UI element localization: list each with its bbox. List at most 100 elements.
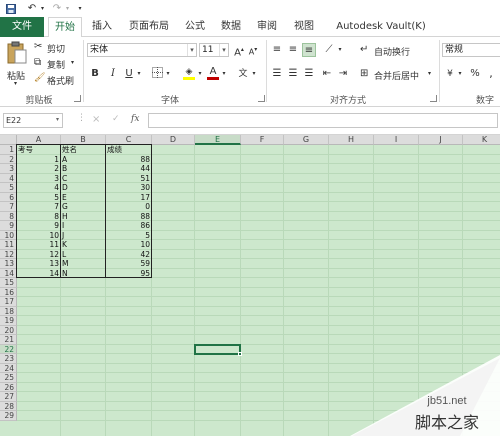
row-header-27[interactable]: 27 [0, 392, 17, 402]
confirm-entry-icon[interactable]: ✓ [112, 114, 120, 124]
row-header-20[interactable]: 20 [0, 325, 17, 335]
tab-file[interactable]: 文件 [0, 17, 44, 37]
align-left-icon[interactable]: ☰ [270, 67, 284, 81]
chevron-down-icon[interactable]: ▾ [187, 44, 196, 56]
alignment-launcher-icon[interactable] [430, 95, 437, 102]
align-middle-icon[interactable]: ≡ [286, 43, 300, 57]
undo-icon[interactable]: ↶ [25, 2, 39, 15]
redo-dropdown-icon[interactable]: ▾ [64, 2, 71, 15]
font-color-dropdown-icon[interactable]: ▾ [220, 67, 228, 81]
copy-dropdown-icon[interactable]: ▾ [71, 59, 74, 66]
underline-button[interactable]: U [122, 67, 136, 81]
column-header-j[interactable]: J [419, 135, 463, 145]
row-header-2[interactable]: 2 [0, 154, 17, 164]
active-cell-selection[interactable] [194, 343, 241, 355]
paste-button[interactable]: 粘贴 ▾ [4, 41, 30, 87]
formula-bar-grip-icon[interactable]: ⋮ [77, 113, 86, 123]
phonetic-dropdown-icon[interactable]: ▾ [250, 67, 258, 81]
column-header-k[interactable]: K [463, 135, 500, 145]
fill-color-dropdown-icon[interactable]: ▾ [196, 67, 204, 81]
tab-data[interactable]: 数据 [216, 17, 246, 37]
name-box[interactable]: E22 [3, 113, 63, 128]
row-header-3[interactable]: 3 [0, 164, 17, 174]
align-center-icon[interactable]: ☰ [286, 67, 300, 81]
font-name-select[interactable]: 宋体 ▾ [87, 43, 197, 57]
row-header-26[interactable]: 26 [0, 382, 17, 392]
accounting-format-icon[interactable]: ¥ [443, 67, 457, 81]
column-header-h[interactable]: H [329, 135, 374, 145]
tab-page-layout[interactable]: 页面布局 [124, 17, 174, 37]
row-header-19[interactable]: 19 [0, 316, 17, 326]
align-bottom-icon[interactable]: ≡ [302, 43, 316, 57]
insert-function-icon[interactable]: fx [131, 114, 139, 124]
row-header-12[interactable]: 12 [0, 249, 17, 259]
row-header-29[interactable]: 29 [0, 411, 17, 421]
row-header-5[interactable]: 5 [0, 183, 17, 193]
formula-input[interactable] [148, 113, 498, 128]
row-header-28[interactable]: 28 [0, 401, 17, 411]
shrink-font-button[interactable]: A▾ [246, 43, 260, 57]
row-header-9[interactable]: 9 [0, 221, 17, 231]
row-header-8[interactable]: 8 [0, 211, 17, 221]
row-header-14[interactable]: 14 [0, 268, 17, 278]
row-header-10[interactable]: 10 [0, 230, 17, 240]
row-header-13[interactable]: 13 [0, 259, 17, 269]
row-header-11[interactable]: 11 [0, 240, 17, 250]
number-format-select[interactable]: 常规 [442, 43, 500, 57]
row-header-15[interactable]: 15 [0, 278, 17, 288]
italic-button[interactable]: I [106, 67, 120, 81]
clipboard-launcher-icon[interactable] [74, 95, 81, 102]
bold-button[interactable]: B [88, 67, 102, 81]
cut-button[interactable]: ✂ 剪切 [34, 40, 74, 55]
increase-indent-icon[interactable]: ⇥ [336, 67, 350, 81]
align-top-icon[interactable]: ≡ [270, 43, 284, 57]
name-box-dropdown-icon[interactable]: ▾ [56, 116, 59, 123]
row-header-4[interactable]: 4 [0, 173, 17, 183]
paste-dropdown-icon[interactable]: ▾ [14, 80, 17, 87]
font-launcher-icon[interactable] [258, 95, 265, 102]
column-header-d[interactable]: D [152, 135, 195, 145]
column-header-g[interactable]: G [284, 135, 329, 145]
fill-color-icon[interactable]: ◈ [182, 65, 196, 80]
row-header-25[interactable]: 25 [0, 373, 17, 383]
row-header-23[interactable]: 23 [0, 354, 17, 364]
row-header-17[interactable]: 17 [0, 297, 17, 307]
worksheet-grid[interactable]: A B C D E F G H I J K 1 2 3 4 5 6 7 8 9 10 11 12 13 14 15 16 17 18 19… [0, 135, 500, 436]
tab-review[interactable]: 审阅 [252, 17, 282, 37]
align-right-icon[interactable]: ☰ [302, 67, 316, 81]
merge-dropdown-icon[interactable]: ▾ [428, 70, 431, 77]
row-header-22[interactable]: 22 [0, 344, 17, 354]
chevron-down-icon[interactable]: ▾ [219, 44, 228, 56]
row-header-24[interactable]: 24 [0, 363, 17, 373]
tab-insert[interactable]: 插入 [86, 17, 118, 37]
row-header-21[interactable]: 21 [0, 335, 17, 345]
decrease-indent-icon[interactable]: ⇤ [320, 67, 334, 81]
font-size-select[interactable]: 11 ▾ [199, 43, 229, 57]
font-color-icon[interactable]: A [206, 65, 220, 80]
select-all-corner[interactable] [0, 135, 17, 145]
orientation-dropdown-icon[interactable]: ▾ [336, 43, 344, 57]
row-header-6[interactable]: 6 [0, 192, 17, 202]
copy-button[interactable]: ⧉ 复制 ▾ [34, 56, 78, 71]
column-header-e[interactable]: E [195, 135, 241, 145]
accounting-dropdown-icon[interactable]: ▾ [456, 67, 464, 81]
tab-formulas[interactable]: 公式 [180, 17, 210, 37]
row-header-16[interactable]: 16 [0, 287, 17, 297]
fill-handle[interactable] [238, 352, 242, 356]
percent-button[interactable]: % [468, 67, 482, 81]
row-header-18[interactable]: 18 [0, 306, 17, 316]
customize-qat-icon[interactable]: ▾ [76, 2, 84, 15]
column-header-f[interactable]: F [241, 135, 284, 145]
tab-autodesk-vault[interactable]: Autodesk Vault(K) [328, 17, 434, 37]
tab-view[interactable]: 视图 [288, 17, 320, 37]
save-icon[interactable] [5, 2, 17, 15]
column-header-i[interactable]: I [374, 135, 419, 145]
grow-font-button[interactable]: A▴ [232, 43, 246, 58]
borders-icon[interactable] [150, 67, 164, 81]
phonetic-icon[interactable]: 文 [236, 67, 250, 81]
merge-center-button[interactable]: ⊞ 合并后居中 ▾ [360, 67, 436, 82]
comma-style-icon[interactable]: , [484, 67, 498, 81]
underline-dropdown-icon[interactable]: ▾ [135, 67, 143, 81]
borders-dropdown-icon[interactable]: ▾ [164, 67, 172, 81]
redo-icon[interactable]: ↷ [50, 2, 64, 15]
